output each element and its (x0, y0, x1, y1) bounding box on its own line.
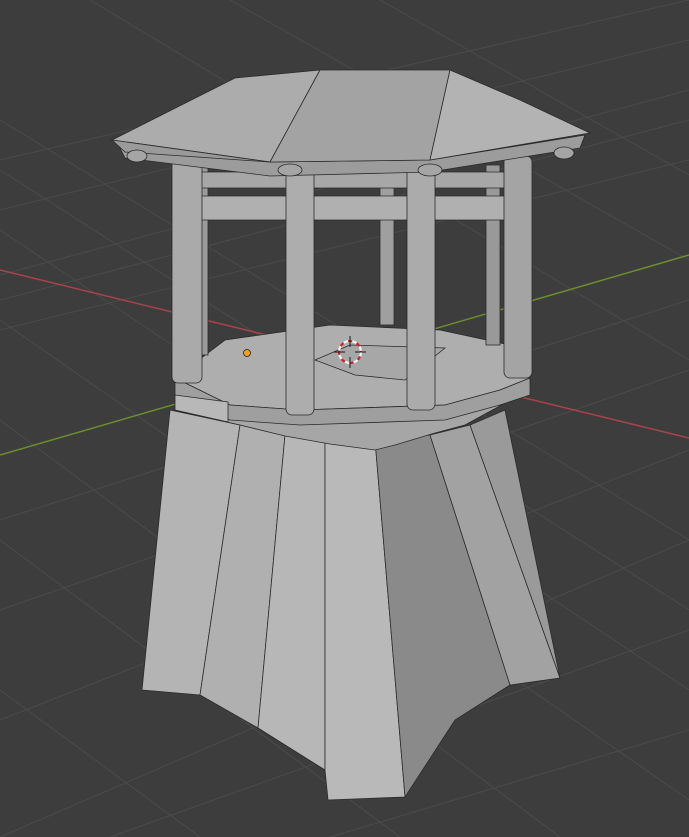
tower-base[interactable] (141, 379, 561, 801)
post-front-right (503, 155, 533, 379)
roof-knob-left (126, 149, 148, 163)
object-origin-dot[interactable] (243, 349, 251, 357)
roof-knob-center (277, 163, 303, 177)
roof-knob-right (553, 146, 575, 160)
post-front-center-left (285, 169, 315, 416)
3d-viewport[interactable] (0, 0, 689, 837)
post-front-center-right (406, 167, 436, 411)
platform[interactable] (174, 324, 531, 426)
post-back-right (485, 164, 501, 346)
post-front-left (171, 157, 203, 384)
rail-front (179, 195, 526, 221)
roof-knob-center-right (417, 163, 443, 177)
viewport-scene[interactable] (0, 0, 689, 837)
